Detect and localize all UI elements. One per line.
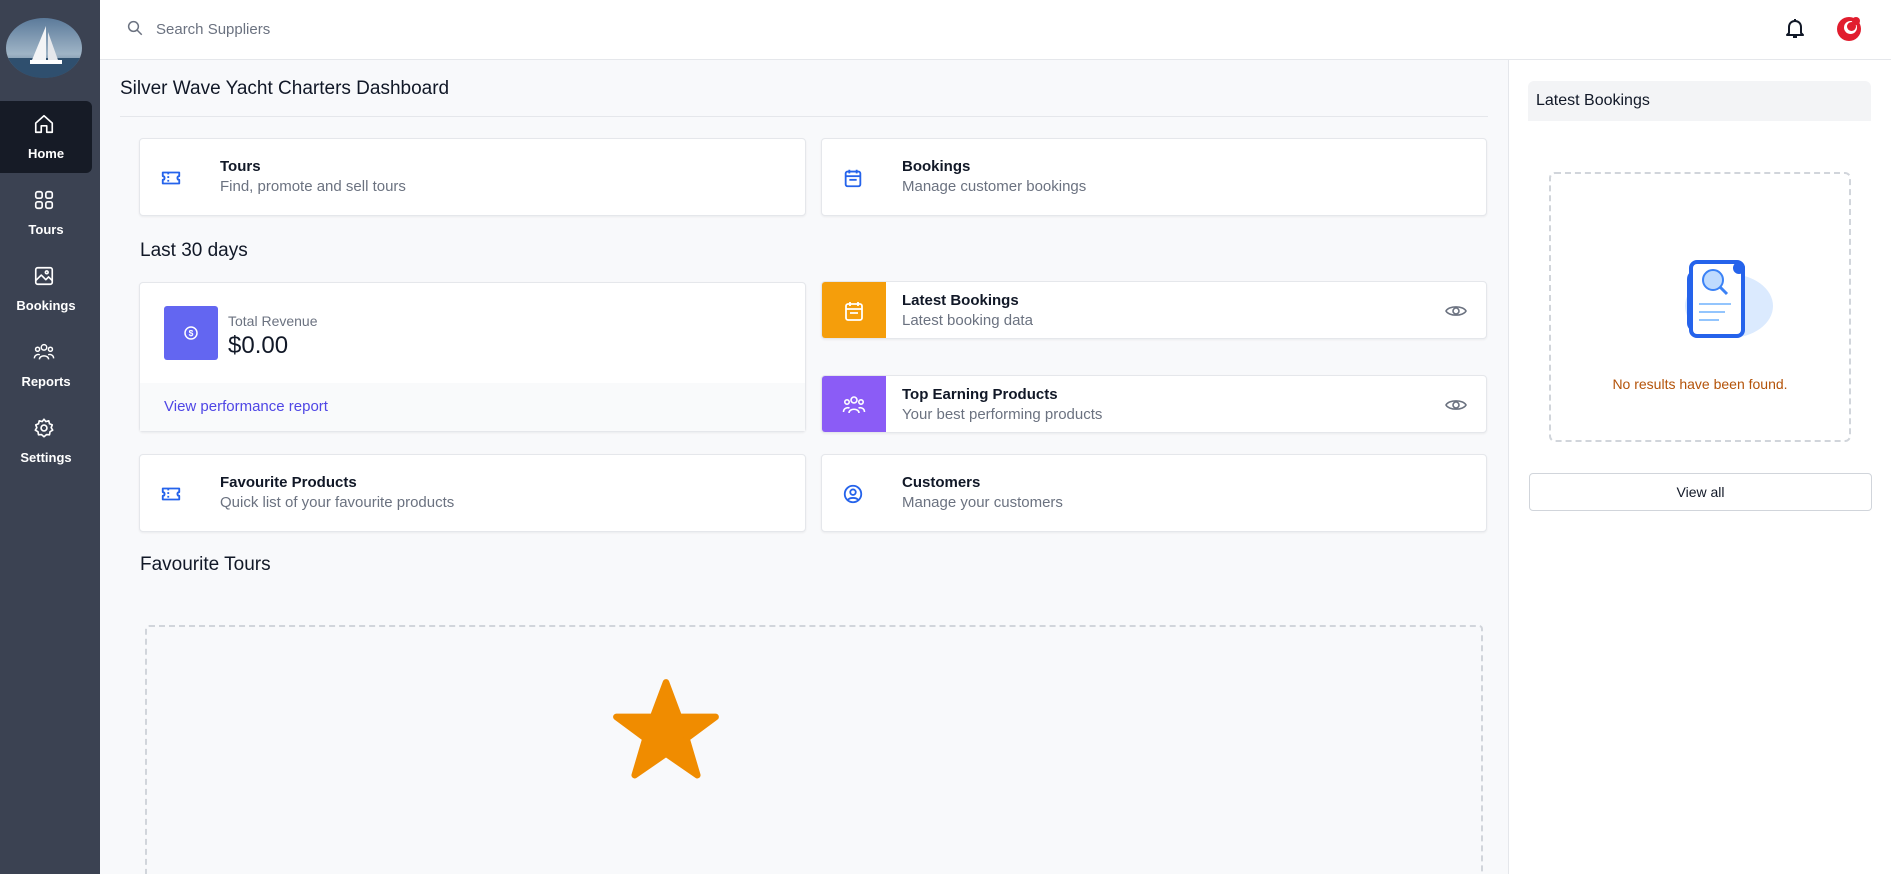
tours-card[interactable]: Tours Find, promote and sell tours xyxy=(139,138,806,216)
card-title: Customers xyxy=(902,474,981,491)
users-icon xyxy=(842,396,866,414)
customers-card[interactable]: Customers Manage your customers xyxy=(821,454,1487,532)
gear-icon xyxy=(34,418,54,438)
latest-bookings-panel: Latest Bookings No results have been fou… xyxy=(1508,60,1891,874)
company-logo[interactable] xyxy=(6,18,82,78)
ticket-icon xyxy=(161,171,181,185)
revenue-body: $ Total Revenue $0.00 xyxy=(140,283,805,383)
empty-document-icon xyxy=(1685,260,1773,338)
section-title-favourite-tours: Favourite Tours xyxy=(140,554,271,575)
top-earning-products-card[interactable]: Top Earning Products Your best performin… xyxy=(821,375,1487,433)
ticket-icon xyxy=(161,487,181,501)
view-all-button[interactable]: View all xyxy=(1529,473,1872,511)
sidebar: Home Tours Bookings Reports Settings xyxy=(0,0,100,874)
panel-header: Latest Bookings xyxy=(1528,81,1871,121)
sidebar-item-home[interactable]: Home xyxy=(0,101,92,173)
sidebar-item-label: Home xyxy=(27,146,65,161)
stat-subtitle: Latest booking data xyxy=(902,312,1033,329)
sidebar-item-tours[interactable]: Tours xyxy=(0,177,92,249)
users-icon xyxy=(33,343,55,360)
card-title: Tours xyxy=(220,158,261,175)
brand-avatar-icon[interactable] xyxy=(1834,14,1864,44)
card-title: Favourite Products xyxy=(220,474,357,491)
stat-icon-box xyxy=(822,282,886,338)
dollar-icon: $ xyxy=(184,326,198,340)
empty-message: No results have been found. xyxy=(1612,376,1788,392)
stat-title: Latest Bookings xyxy=(902,292,1019,309)
main-content: Silver Wave Yacht Charters Dashboard Tou… xyxy=(100,60,1508,874)
svg-text:$: $ xyxy=(189,328,194,338)
star-icon xyxy=(613,679,719,779)
card-subtitle: Manage your customers xyxy=(902,494,1063,511)
divider xyxy=(120,116,1488,117)
sidebar-item-settings[interactable]: Settings xyxy=(0,405,92,477)
view-performance-report-link[interactable]: View performance report xyxy=(164,398,328,415)
sidebar-item-label: Tours xyxy=(28,222,64,237)
bookings-card[interactable]: Bookings Manage customer bookings xyxy=(821,138,1487,216)
stat-icon-box xyxy=(822,376,886,432)
grid-icon xyxy=(34,190,54,210)
search-input[interactable] xyxy=(156,16,656,42)
bell-icon[interactable] xyxy=(1783,16,1807,40)
empty-state: No results have been found. xyxy=(1549,172,1851,442)
sidebar-item-label: Bookings xyxy=(16,298,76,313)
calendar-icon xyxy=(845,302,863,321)
latest-bookings-card[interactable]: Latest Bookings Latest booking data xyxy=(821,281,1487,339)
image-icon xyxy=(34,266,54,286)
revenue-value: $0.00 xyxy=(228,332,289,359)
sidebar-item-label: Reports xyxy=(21,374,71,389)
stat-subtitle: Your best performing products xyxy=(902,406,1103,423)
sidebar-item-bookings[interactable]: Bookings xyxy=(0,253,92,325)
stat-title: Top Earning Products xyxy=(902,386,1058,403)
calendar-icon xyxy=(844,169,862,188)
card-title: Bookings xyxy=(902,158,971,175)
page-title: Silver Wave Yacht Charters Dashboard xyxy=(120,78,450,99)
card-subtitle: Find, promote and sell tours xyxy=(220,178,406,195)
total-revenue-card: $ Total Revenue $0.00 View performance r… xyxy=(139,282,806,432)
sidebar-item-label: Settings xyxy=(20,450,72,465)
user-circle-icon xyxy=(843,484,863,504)
card-subtitle: Quick list of your favourite products xyxy=(220,494,455,511)
eye-icon[interactable] xyxy=(1444,393,1468,417)
section-title-last-30-days: Last 30 days xyxy=(140,240,248,261)
sidebar-item-reports[interactable]: Reports xyxy=(0,329,92,401)
revenue-label: Total Revenue xyxy=(228,313,318,329)
favourite-tours-empty-area xyxy=(145,625,1483,874)
eye-icon[interactable] xyxy=(1444,299,1468,323)
revenue-icon-box: $ xyxy=(164,306,218,360)
home-icon xyxy=(34,114,54,134)
favourite-products-card[interactable]: Favourite Products Quick list of your fa… xyxy=(139,454,806,532)
revenue-footer: View performance report xyxy=(140,383,805,431)
top-bar xyxy=(100,0,1891,60)
card-subtitle: Manage customer bookings xyxy=(902,178,1087,195)
panel-title: Latest Bookings xyxy=(1536,92,1650,109)
search-icon xyxy=(127,20,143,36)
